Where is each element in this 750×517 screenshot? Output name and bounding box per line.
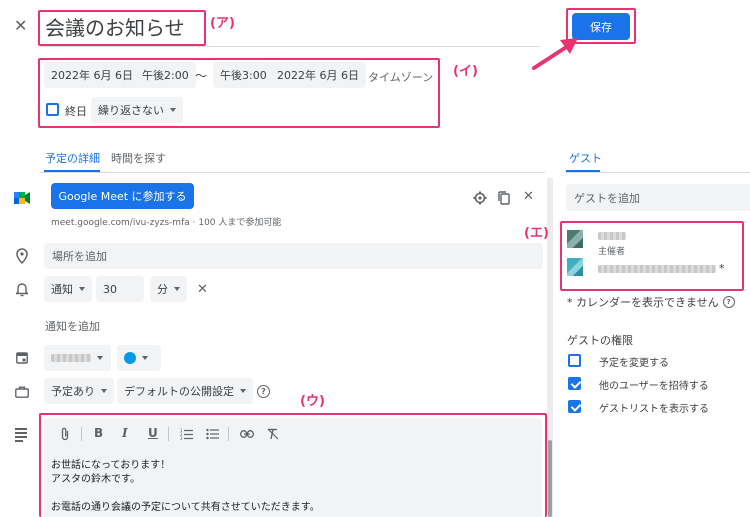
- chevron-down-icon: [240, 389, 246, 393]
- permission-checkbox-modify[interactable]: [568, 354, 581, 367]
- link-icon[interactable]: [240, 430, 254, 438]
- italic-button[interactable]: I: [122, 426, 128, 440]
- guest-asterisk: *: [719, 262, 725, 275]
- gear-icon[interactable]: [473, 191, 487, 205]
- all-day-label: 終日: [65, 105, 87, 118]
- calendar-name-redacted: [51, 354, 91, 362]
- remove-notification-icon[interactable]: ✕: [197, 282, 208, 297]
- permission-checkbox-invite[interactable]: [568, 377, 581, 390]
- add-guest-placeholder: ゲストを追加: [574, 191, 640, 205]
- end-time-chip[interactable]: 午後3:00: [213, 62, 274, 88]
- guests-tab-divider: [566, 172, 750, 173]
- svg-text:3: 3: [180, 436, 183, 440]
- add-guest-input[interactable]: ゲストを追加: [566, 184, 750, 211]
- tabs-divider: [40, 172, 545, 173]
- toolbar-divider: [228, 427, 229, 441]
- google-meet-icon: [14, 192, 30, 204]
- arrow-icon: [532, 38, 578, 70]
- calendar-unavailable-warning: * カレンダーを表示できません ?: [567, 294, 735, 310]
- join-meet-button[interactable]: Google Meet に参加する: [51, 183, 194, 209]
- description-toolbar: B I U 1 2 3: [44, 418, 542, 448]
- calendar-icon: [16, 352, 28, 364]
- visibility-dropdown[interactable]: デフォルトの公開設定: [117, 378, 253, 404]
- guests-highlight-box: [560, 221, 744, 291]
- bold-button[interactable]: B: [94, 426, 103, 440]
- annotation-a: (ア): [210, 16, 235, 31]
- underline-button[interactable]: U: [148, 426, 158, 440]
- bell-icon: [16, 283, 28, 297]
- event-title-input[interactable]: 会議のお知らせ: [45, 14, 185, 42]
- chevron-down-icon: [170, 108, 176, 112]
- numbered-list-icon[interactable]: 1 2 3: [180, 428, 193, 440]
- guest-email-redacted: [598, 265, 716, 273]
- busy-status-dropdown[interactable]: 予定あり: [44, 378, 114, 404]
- permission-label: 他のユーザーを招待する: [599, 381, 709, 392]
- event-color-dropdown[interactable]: [117, 345, 161, 371]
- permission-label: ゲストリストを表示する: [599, 404, 709, 415]
- location-placeholder: 場所を追加: [52, 250, 107, 263]
- timezone-link[interactable]: タイムゾーン: [368, 69, 433, 85]
- help-icon[interactable]: ?: [257, 385, 270, 398]
- chevron-down-icon: [174, 287, 180, 291]
- color-swatch: [124, 352, 136, 364]
- chevron-down-icon: [79, 287, 85, 291]
- toolbar-divider: [168, 427, 169, 441]
- attachment-icon[interactable]: [60, 427, 70, 441]
- organizer-name-redacted: [598, 232, 626, 240]
- notification-unit-label: 分: [157, 283, 168, 296]
- help-icon[interactable]: ?: [722, 296, 735, 308]
- time-separator: 〜: [195, 69, 208, 83]
- clear-formatting-icon[interactable]: [267, 428, 279, 440]
- notification-unit-dropdown[interactable]: 分: [150, 276, 187, 302]
- bulleted-list-icon[interactable]: [206, 428, 219, 440]
- tab-guests[interactable]: ゲスト: [569, 150, 602, 166]
- add-notification-link[interactable]: 通知を追加: [45, 318, 100, 334]
- tab-details[interactable]: 予定の詳細: [45, 150, 100, 166]
- title-underline: [40, 46, 540, 47]
- permission-checkbox-see-list[interactable]: [568, 400, 581, 413]
- repeat-label: 繰り返さない: [98, 104, 164, 117]
- notification-value-input[interactable]: 30: [96, 276, 144, 302]
- location-pin-icon: [16, 248, 28, 264]
- notification-type-dropdown[interactable]: 通知: [44, 276, 92, 302]
- avatar: [567, 230, 583, 248]
- permission-label: 予定を変更する: [599, 358, 669, 369]
- end-date-chip[interactable]: 2022年 6月 6日: [270, 62, 366, 88]
- warning-text: * カレンダーを表示できません: [567, 296, 719, 309]
- visibility-label: デフォルトの公開設定: [124, 385, 234, 398]
- tab-find-time[interactable]: 時間を探す: [111, 150, 166, 166]
- description-text: お世話になっております！ アスタの鈴木です。 お電話の通り会議の予定について共有…: [51, 459, 320, 515]
- description-line: [51, 487, 320, 501]
- remove-meet-icon[interactable]: ✕: [523, 189, 534, 204]
- annotation-e: (エ): [524, 226, 549, 241]
- description-line: アスタの鈴木です。: [51, 474, 140, 485]
- avatar: [567, 258, 583, 276]
- copy-icon[interactable]: [497, 191, 511, 205]
- all-day-checkbox[interactable]: [46, 103, 59, 116]
- toolbar-divider: [81, 427, 82, 441]
- meet-link-text[interactable]: meet.google.com/ivu-zyzs-mfa · 100 人まで参加…: [51, 215, 281, 228]
- chevron-down-icon: [142, 356, 148, 360]
- description-lines-icon: [15, 428, 27, 442]
- location-input[interactable]: 場所を追加: [44, 243, 543, 269]
- organizer-label: 主催者: [598, 247, 626, 257]
- annotation-u: (ウ): [300, 394, 325, 409]
- guest-permissions-title: ゲストの権限: [567, 334, 633, 347]
- chevron-down-icon: [97, 356, 103, 360]
- notification-type-label: 通知: [51, 283, 73, 296]
- description-line: お電話の通り会議の予定について共有させていただきます。: [51, 502, 320, 513]
- annotation-i: (イ): [453, 64, 478, 79]
- close-icon[interactable]: ✕: [14, 16, 27, 35]
- briefcase-icon: [15, 386, 29, 398]
- scrollbar-thumb[interactable]: [548, 440, 552, 517]
- start-date-chip[interactable]: 2022年 6月 6日: [44, 62, 140, 88]
- repeat-dropdown[interactable]: 繰り返さない: [91, 97, 183, 123]
- description-line: お世話になっております！: [51, 460, 171, 471]
- start-time-chip[interactable]: 午後2:00: [135, 62, 196, 88]
- chevron-down-icon: [101, 389, 107, 393]
- busy-status-label: 予定あり: [51, 385, 95, 398]
- calendar-select-dropdown[interactable]: [44, 345, 111, 371]
